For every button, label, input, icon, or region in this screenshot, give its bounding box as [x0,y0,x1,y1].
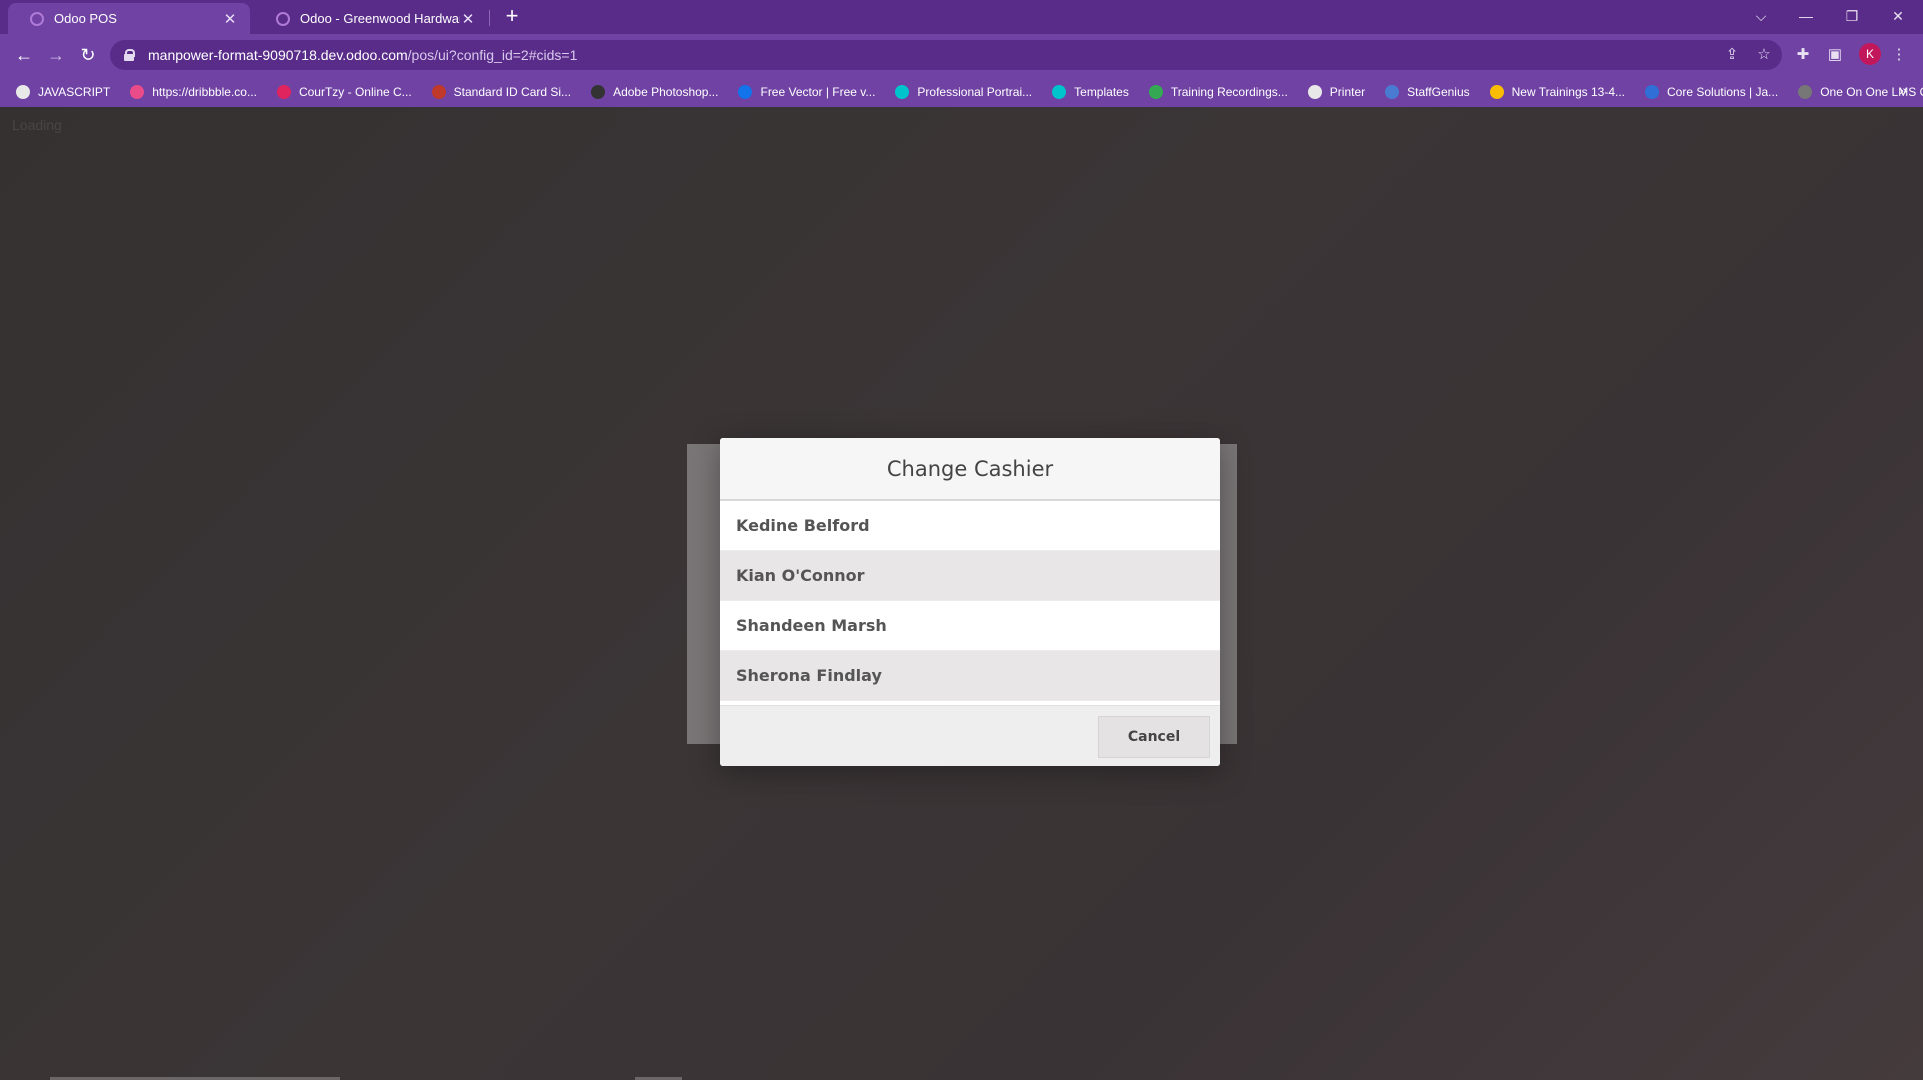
cashier-item[interactable]: Shandeen Marsh [720,601,1220,651]
tab-title: Odoo - Greenwood Hardware [300,11,460,26]
bookmark-item[interactable]: https://dribbble.co... [130,84,257,99]
bookmark-item[interactable]: Core Solutions | Ja... [1645,84,1779,99]
url-path: /pos/ui?config_id=2#cids=1 [407,47,578,63]
odoo-favicon-icon [276,11,290,26]
extensions-puzzle-icon[interactable]: ✚ [1792,44,1814,66]
bookmark-label: Core Solutions | Ja... [1667,84,1779,99]
globe-icon [1307,84,1322,99]
side-panel-icon[interactable]: ▣ [1824,44,1846,66]
globe-icon [16,84,30,99]
bookmarks-bar: JAVASCRIPT https://dribbble.co... CourTzy … [0,76,1923,107]
back-arrow-icon[interactable]: ← [12,43,36,67]
pos-page: Loading Change Cashier Kedine Belford Ki… [0,107,1923,1080]
drive-icon [1148,84,1163,99]
kebab-menu-icon[interactable]: ⋮ [1888,44,1910,66]
browser-toolbar: ← → ↻ manpower-format-9090718.dev.odoo.c… [0,34,1923,76]
star-bookmark-icon[interactable]: ☆ [1753,44,1775,66]
bookmark-item[interactable]: Adobe Photoshop... [591,84,719,99]
reload-icon[interactable]: ↻ [76,43,100,67]
bookmark-item[interactable]: JAVASCRIPT [16,84,111,99]
loading-text: Loading [12,117,62,133]
cashier-item[interactable]: Sherona Findlay [720,651,1220,701]
address-bar[interactable]: manpower-format-9090718.dev.odoo.com /po… [110,40,1782,70]
tab-odoo-pos[interactable]: Odoo POS ✕ [8,3,250,34]
url-host: manpower-format-9090718.dev.odoo.com [148,47,408,63]
bookmark-label: Standard ID Card Si... [453,84,572,99]
bookmark-item[interactable]: Training Recordings... [1148,84,1288,99]
freepik-icon [738,84,753,99]
idcard-icon [431,84,446,99]
cancel-button[interactable]: Cancel [1098,716,1210,758]
bookmark-item[interactable]: Professional Portrai... [895,84,1033,99]
dialog-footer: Cancel [720,705,1220,766]
close-icon[interactable]: ✕ [222,10,238,28]
bookmark-item[interactable]: Printer [1307,84,1366,99]
bookmark-label: Free Vector | Free v... [760,84,876,99]
bookmark-label: Professional Portrai... [917,84,1033,99]
close-window-button[interactable]: ✕ [1878,2,1918,30]
staffgenius-icon [1385,84,1400,99]
bookmark-item[interactable]: Free Vector | Free v... [738,84,876,99]
minimize-button[interactable]: — [1786,2,1826,30]
bookmarks-overflow-chevron-icon[interactable]: » [1899,82,1907,98]
change-cashier-dialog: Change Cashier Kedine Belford Kian O'Con… [720,438,1220,766]
tab-title: Odoo POS [54,11,117,26]
bookmark-label: https://dribbble.co... [152,84,257,99]
tab-separator [489,10,490,26]
bookmark-label: JAVASCRIPT [38,84,111,99]
dribbble-icon [130,84,145,99]
bookmark-label: Training Recordings... [1170,84,1288,99]
bookmark-label: One On One LMS O... [1820,84,1923,99]
bookmark-item[interactable]: CourTzy - Online C... [276,84,412,99]
tab-search-chevron-down-icon[interactable]: ⌵ [1741,2,1781,30]
g-icon [591,84,606,99]
bookmark-label: New Trainings 13-4... [1511,84,1626,99]
profile-avatar[interactable]: K [1859,43,1881,65]
share-icon[interactable]: ⇪ [1721,44,1743,66]
tab-greenwood-hardware[interactable]: Odoo - Greenwood Hardware ✕ [254,3,488,34]
new-tab-button[interactable]: + [500,4,524,28]
forward-arrow-icon[interactable]: → [44,43,68,67]
lock-icon [124,49,135,61]
lms-icon [1798,84,1813,99]
courtzy-icon [276,84,291,99]
cashier-item[interactable]: Kedine Belford [720,501,1220,551]
drive-icon [1489,84,1504,99]
cashier-list: Kedine Belford Kian O'Connor Shandeen Ma… [720,501,1220,701]
canva-icon [1052,84,1067,99]
tab-strip: Odoo POS ✕ Odoo - Greenwood Hardware ✕ +… [0,0,1923,34]
restore-button[interactable]: ❐ [1832,2,1872,30]
bookmark-item[interactable]: Standard ID Card Si... [431,84,572,99]
bookmark-item[interactable]: Templates [1052,84,1129,99]
bookmark-label: Templates [1074,84,1129,99]
bookmark-item[interactable]: New Trainings 13-4... [1489,84,1626,99]
cashier-item[interactable]: Kian O'Connor [720,551,1220,601]
close-icon[interactable]: ✕ [460,10,476,28]
core-icon [1645,84,1660,99]
bookmark-label: Printer [1329,84,1366,99]
bookmark-label: CourTzy - Online C... [298,84,412,99]
bookmark-label: Adobe Photoshop... [613,84,719,99]
dialog-title: Change Cashier [720,438,1220,501]
odoo-favicon-icon [30,11,44,26]
bookmark-label: StaffGenius [1407,84,1470,99]
bookmark-item[interactable]: StaffGenius [1385,84,1470,99]
canva-icon [895,84,910,99]
